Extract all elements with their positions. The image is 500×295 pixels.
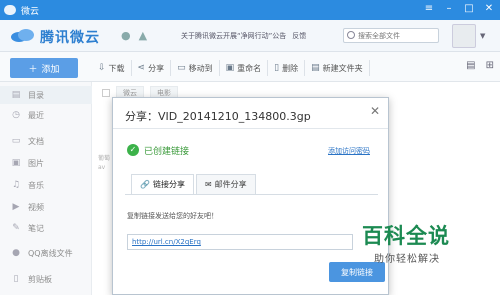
maximize-icon[interactable]: □ (462, 2, 476, 16)
search-input[interactable] (358, 29, 436, 42)
share-label: 分享 (148, 63, 165, 73)
cloud-icon (4, 5, 16, 15)
share-dialog: 分享：VID_20141210_134800.3gp ✕ ✓ 已创建链接 添加访… (112, 97, 389, 295)
share-link-input[interactable] (128, 235, 352, 249)
trash-icon: ▯ (274, 63, 280, 73)
toolbar-actions: ⇩ 下载 ⋖ 分享 ▭ 移动到 ▣ 重命名 ▯ 删除 ▤ 新建文件夹 (92, 60, 370, 76)
plus-icon: ＋ (28, 64, 38, 75)
minimize-icon[interactable]: – (442, 2, 456, 16)
watermark-title: 百科全说 (362, 224, 450, 248)
avatar[interactable] (452, 24, 476, 48)
header-links: 关于腾讯微云开展“净网行动”公告 反馈 (181, 31, 306, 41)
move-button[interactable]: ▭ 移动到 (171, 60, 220, 76)
close-icon[interactable]: ✕ (482, 2, 496, 16)
delete-label: 删除 (282, 63, 299, 73)
copy-hint: 复制链接发送给您的好友吧！ (127, 212, 218, 220)
window-controls: ≡ – □ ✕ (422, 2, 496, 16)
window-title: 微云 (21, 6, 40, 17)
tab-link-share[interactable]: 🔗 链接分享 (131, 174, 194, 194)
download-label: 下载 (108, 63, 125, 73)
mail-icon: ✉ (204, 180, 212, 189)
search-box (343, 28, 439, 43)
chevron-down-icon[interactable]: ▼ (480, 32, 485, 40)
toolbar: ＋ 添加 ⇩ 下载 ⋖ 分享 ▭ 移动到 ▣ 重命名 ▯ 删除 ▤ 新建文件夹 ▤ ⊞ (0, 52, 500, 82)
add-button[interactable]: ＋ 添加 (10, 58, 78, 78)
apple-icon[interactable]: ● (121, 29, 131, 42)
share-tabs: 🔗 链接分享 ✉ 邮件分享 (131, 174, 258, 194)
dialog-title: 分享：VID_20141210_134800.3gp (125, 110, 311, 123)
divider (125, 194, 378, 195)
check-circle-icon: ✓ (127, 144, 139, 156)
watermark-subtitle: 助你轻松解决 (374, 254, 440, 265)
download-icon: ⇩ (98, 63, 106, 73)
android-icon[interactable]: ▲ (139, 29, 147, 42)
logo-text: 腾讯微云 (40, 30, 100, 46)
new-folder-button[interactable]: ▤ 新建文件夹 (305, 60, 370, 76)
list-view-icon[interactable]: ▤ (466, 60, 475, 71)
feedback-link[interactable]: 反馈 (292, 31, 306, 41)
rename-label: 重命名 (237, 63, 262, 73)
search-icon (347, 31, 355, 39)
tab-email-share[interactable]: ✉ 邮件分享 (195, 174, 256, 194)
share-icon: ⋖ (137, 63, 146, 73)
app-header: 腾讯微云 ● ▲ 关于腾讯微云开展“净网行动”公告 反馈 ▼ (0, 20, 500, 52)
divider (113, 128, 388, 129)
rename-button[interactable]: ▣ 重命名 (220, 60, 269, 76)
share-button[interactable]: ⋖ 分享 (132, 60, 172, 76)
close-icon[interactable]: ✕ (370, 104, 380, 118)
logo-cloud-icon (11, 29, 34, 42)
view-switcher: ▤ ⊞ (466, 60, 494, 71)
tab-label: 链接分享 (152, 180, 185, 189)
status-text: 已创建链接 (144, 147, 190, 157)
title-bar: 微云 ≡ – □ ✕ (0, 0, 500, 20)
menu-icon[interactable]: ≡ (422, 2, 436, 16)
new-folder-icon: ▤ (311, 63, 320, 73)
announcement-link[interactable]: 关于腾讯微云开展“净网行动”公告 (181, 31, 286, 41)
watermark: 百科全说 助你轻松解决 (362, 220, 462, 272)
delete-button[interactable]: ▯ 删除 (268, 60, 306, 76)
share-link-field (127, 234, 353, 250)
rename-icon: ▣ (225, 63, 235, 73)
new-folder-label: 新建文件夹 (322, 63, 363, 73)
add-password-link[interactable]: 添加访问密码 (328, 146, 370, 156)
add-button-label: 添加 (41, 64, 60, 75)
grid-view-icon[interactable]: ⊞ (486, 60, 494, 71)
tab-label: 邮件分享 (214, 180, 247, 189)
link-icon: 🔗 (140, 180, 150, 189)
download-button[interactable]: ⇩ 下载 (92, 60, 132, 76)
platform-icons: ● ▲ (121, 29, 147, 42)
move-label: 移动到 (188, 63, 213, 73)
folder-move-icon: ▭ (177, 63, 186, 73)
